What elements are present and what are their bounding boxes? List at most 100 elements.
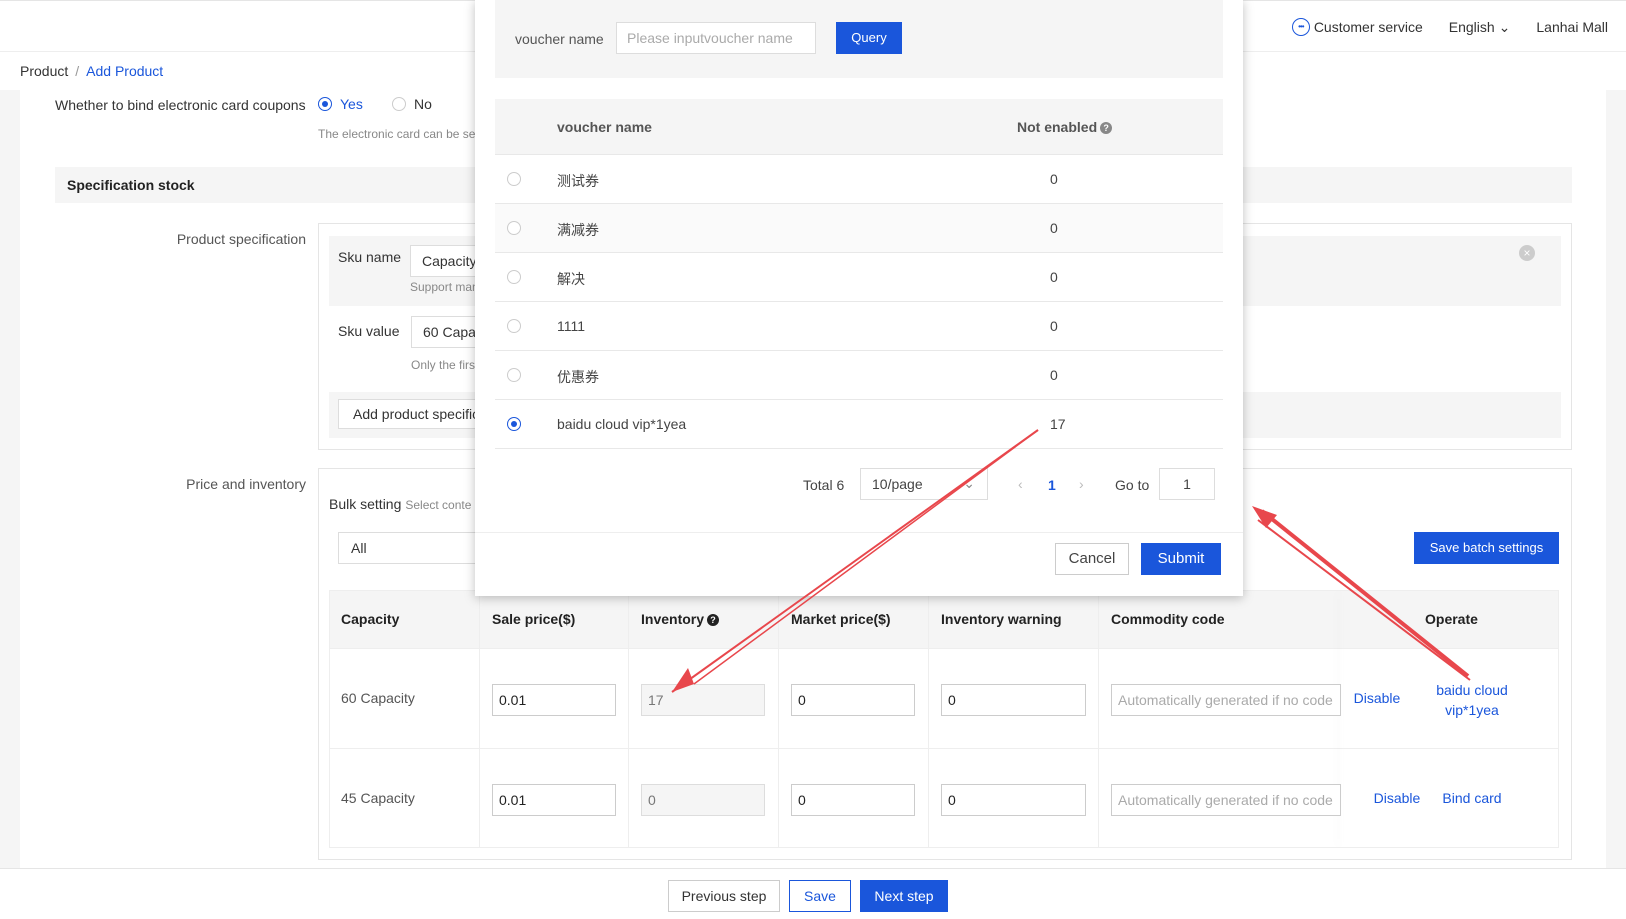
voucher-name: 解决 [557,271,585,287]
disable-link[interactable]: Disable [1347,690,1407,706]
voucher-name: 优惠券 [557,369,599,385]
language-dropdown[interactable]: English ⌄ [1449,19,1511,36]
breadcrumb-separator: / [75,63,80,79]
chevron-down-icon: ⌄ [963,475,975,491]
voucher-count: 0 [1050,220,1058,236]
col-operate: Operate [1425,611,1478,627]
sale-price-input[interactable]: 0.01 [492,784,616,816]
voucher-row[interactable]: 测试券 0 [495,155,1223,204]
page-size-label: 10/page [872,476,923,492]
col-not-enabled-label: Not enabled [1017,119,1098,135]
col-sale-price: Sale price($) [492,611,576,627]
goto-page-input[interactable]: 1 [1159,468,1215,500]
voucher-count: 0 [1050,367,1058,383]
query-button[interactable]: Query [836,22,902,54]
customer-service-label: Customer service [1313,19,1423,35]
voucher-name: 测试券 [557,173,599,189]
top-bar-right: ••• Customer service English ⌄ Lanhai Ma… [1291,18,1608,36]
close-icon[interactable]: × [1519,245,1535,261]
col-voucher-name: voucher name [557,119,652,135]
radio-no[interactable]: No [392,96,432,112]
breadcrumb-root[interactable]: Product [20,63,68,79]
bulk-setting-hint: Select conte [405,498,472,512]
operate-column-shadow [1342,591,1343,847]
previous-step-button[interactable]: Previous step [668,880,780,912]
col-inventory-label: Inventory [641,611,705,627]
col-inventory: Inventory? [641,611,720,627]
voucher-row[interactable]: 1111 0 [495,302,1223,351]
row-divider [330,748,1558,749]
voucher-search-input[interactable]: Please inputvoucher name [616,22,816,54]
submit-button[interactable]: Submit [1141,543,1221,575]
save-button[interactable]: Save [789,880,851,912]
help-icon[interactable]: ? [707,614,720,626]
save-batch-settings-button[interactable]: Save batch settings [1414,532,1559,564]
voucher-name: 满减券 [557,222,599,238]
radio-yes[interactable]: Yes [318,96,363,112]
next-step-button[interactable]: Next step [860,880,948,912]
bind-card-link[interactable]: Bind card [1432,790,1512,806]
sku-value-label: Sku value [338,323,400,339]
bind-coupons-label: Whether to bind electronic card coupons [55,97,306,113]
voucher-count: 0 [1050,171,1058,187]
market-price-input[interactable]: 0 [791,784,915,816]
breadcrumb-current: Add Product [86,63,164,79]
market-price-input[interactable]: 0 [791,684,915,716]
chevron-right-icon[interactable]: › [1079,476,1084,492]
add-product-spec-button[interactable]: Add product specification [338,399,488,429]
sku-name-hint: Support man [410,280,479,294]
disable-link[interactable]: Disable [1367,790,1427,806]
voucher-search-label: voucher name [515,31,604,47]
bound-card-link[interactable]: baidu cloud vip*1yea [1412,680,1532,720]
voucher-count: 0 [1050,269,1058,285]
voucher-table: voucher name Not enabled? 测试券 0 满减券 0 解决… [495,99,1223,449]
inventory-warning-input[interactable]: 0 [941,684,1086,716]
footer-bar: Previous step Save Next step [0,868,1626,919]
col-not-enabled: Not enabled? [1017,119,1113,135]
radio-unchecked-icon[interactable] [507,172,521,186]
price-inventory-label: Price and inventory [186,476,306,492]
voucher-row-selected[interactable]: baidu cloud vip*1yea 17 [495,400,1223,449]
chat-icon: ••• [1291,18,1310,36]
sale-price-input[interactable]: 0.01 [492,684,616,716]
voucher-row[interactable]: 解决 0 [495,253,1223,302]
col-commodity-code: Commodity code [1111,611,1225,627]
row-capacity: 45 Capacity [341,790,415,806]
voucher-name: baidu cloud vip*1yea [557,416,687,432]
col-divider [479,591,480,847]
sku-price-table: Capacity Sale price($) Inventory? Market… [329,590,1559,848]
pagination-total: Total 6 [803,477,845,493]
bind-coupons-hint: The electronic card can be se [318,127,476,141]
radio-unchecked-icon[interactable] [507,270,521,284]
page-number[interactable]: 1 [1048,477,1056,493]
language-label: English [1448,19,1495,35]
chevron-down-icon: ⌄ [1498,18,1511,35]
col-divider [778,591,779,847]
cancel-button[interactable]: Cancel [1055,543,1129,575]
inventory-input: 0 [641,784,765,816]
inventory-warning-input[interactable]: 0 [941,784,1086,816]
voucher-count: 17 [1050,416,1066,432]
radio-unchecked-icon[interactable] [507,368,521,382]
radio-unchecked-icon[interactable] [507,221,521,235]
mall-name[interactable]: Lanhai Mall [1536,19,1608,35]
chevron-left-icon[interactable]: ‹ [1018,476,1023,492]
voucher-name: 1111 [557,318,586,334]
sku-name-label: Sku name [338,249,402,265]
radio-unchecked-icon[interactable] [507,319,521,333]
help-icon[interactable]: ? [1100,122,1113,134]
bulk-scope-select[interactable]: All [338,532,478,564]
page-size-select[interactable]: 10/page ⌄ [860,468,988,500]
col-capacity: Capacity [341,611,400,627]
customer-service-link[interactable]: ••• Customer service [1291,18,1423,36]
voucher-row[interactable]: 优惠券 0 [495,351,1223,400]
radio-checked-icon[interactable] [507,417,521,431]
commodity-code-input[interactable]: Automatically generated if no code [1111,684,1341,716]
radio-yes-label: Yes [340,96,363,112]
commodity-code-input[interactable]: Automatically generated if no code [1111,784,1341,816]
breadcrumb: Product / Add Product [20,63,163,79]
sku-value-hint: Only the firs [411,358,476,372]
bulk-setting-label: Bulk setting Select conte [329,496,471,512]
modal-footer-divider [475,532,1243,533]
voucher-row[interactable]: 满减券 0 [495,204,1223,253]
